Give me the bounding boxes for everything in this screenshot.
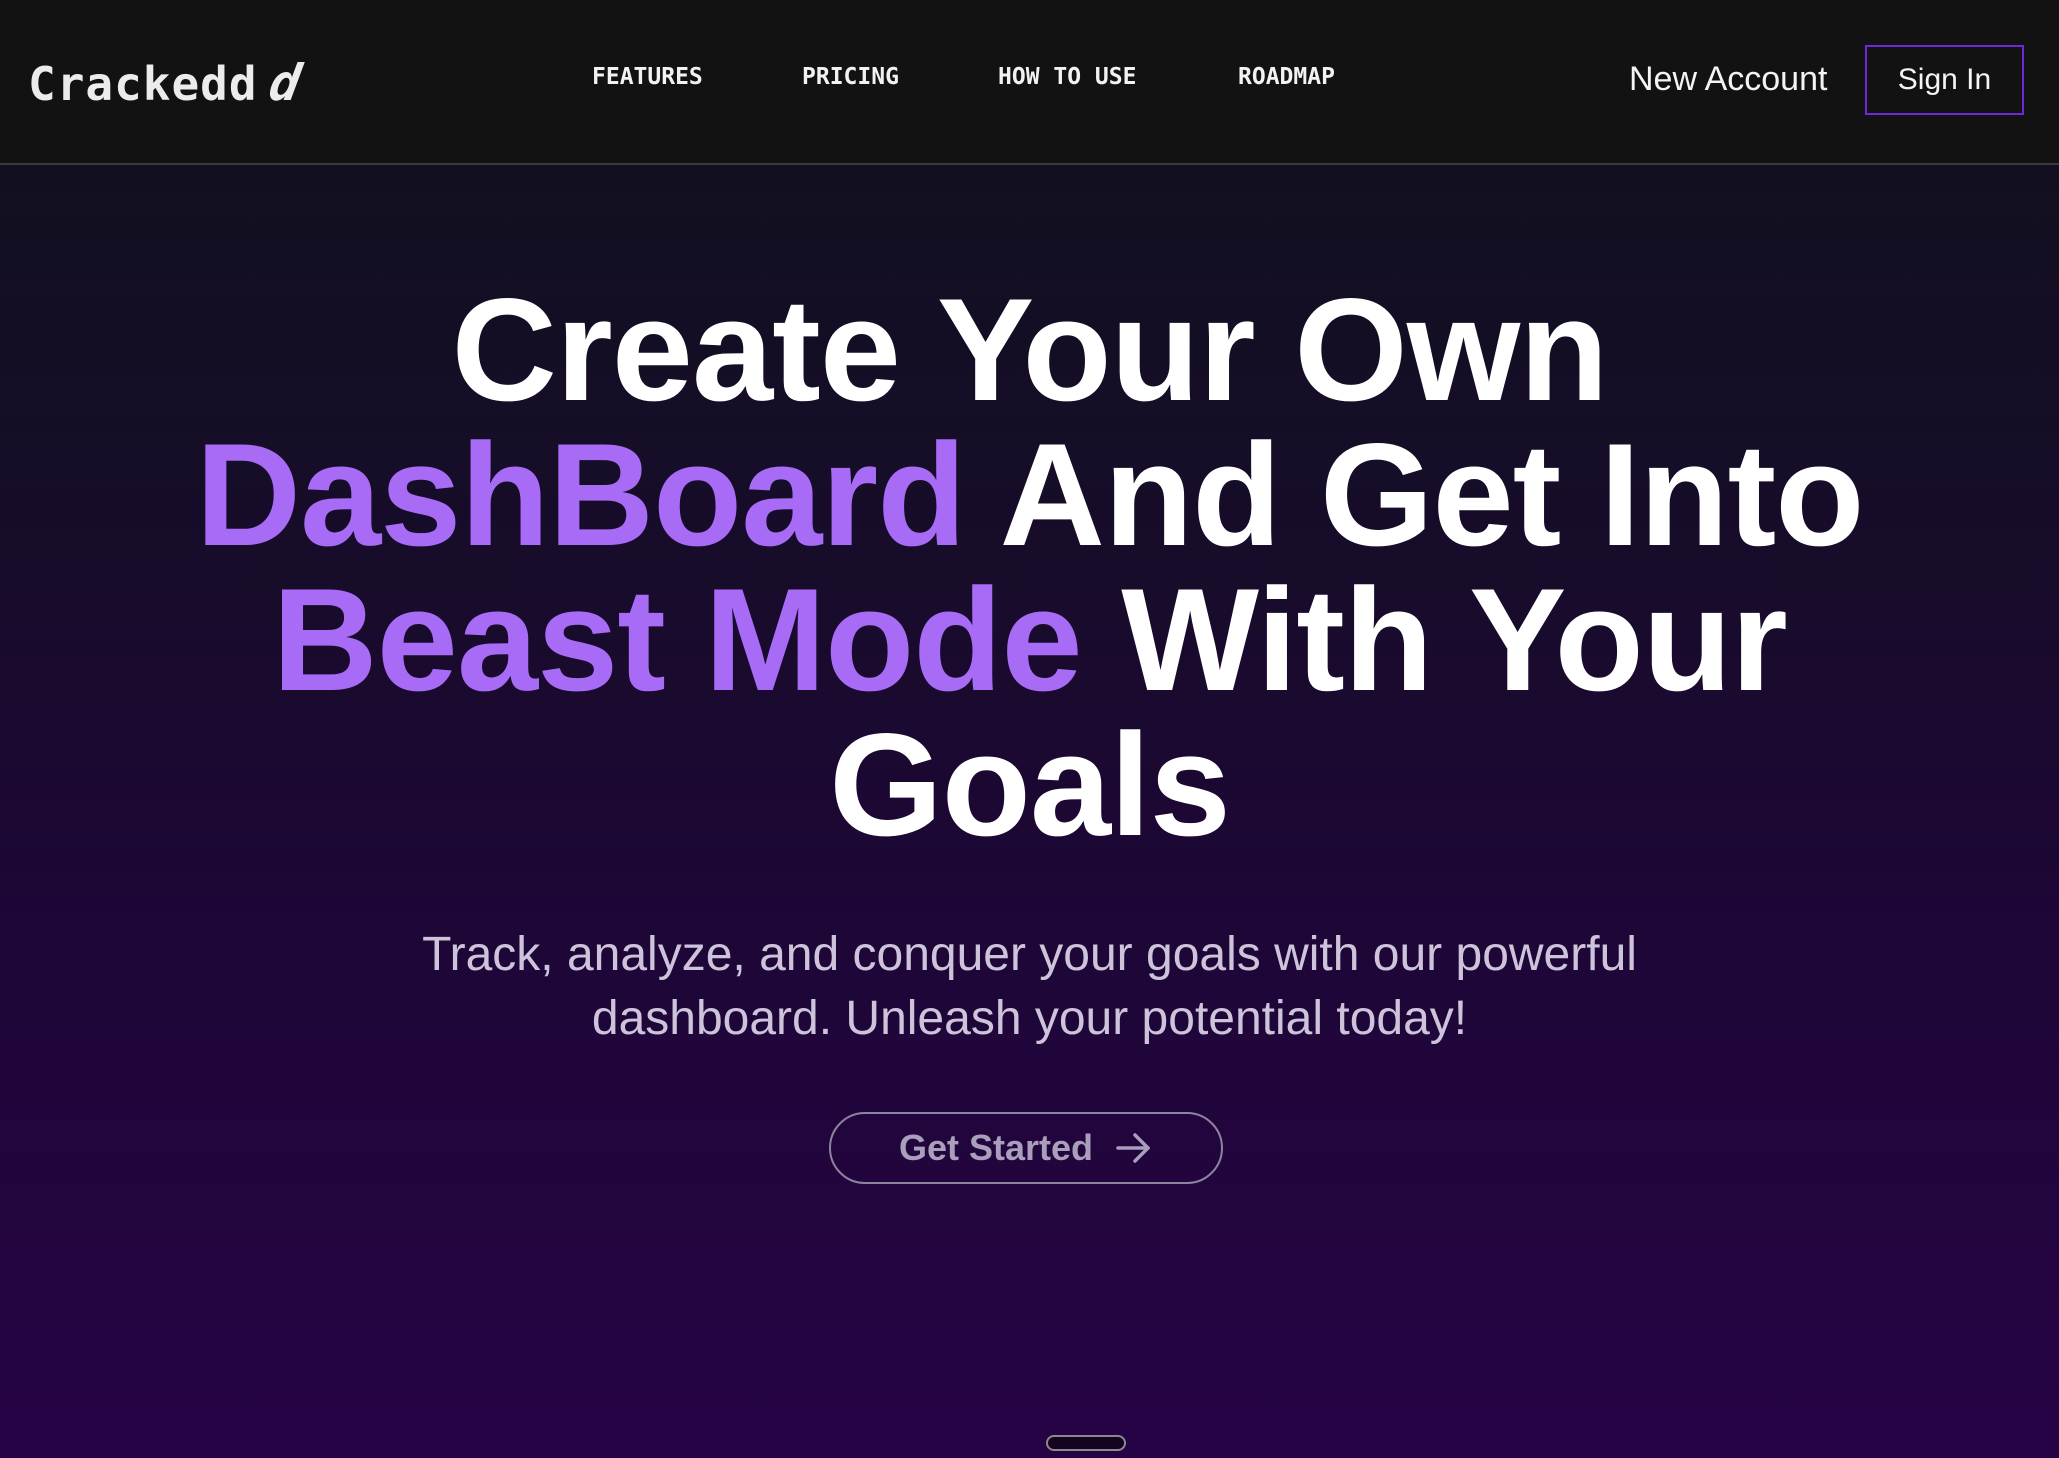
headline-line-3-rest: With Your [1081,558,1788,721]
hero-headline: Create Your Own DashBoard And Get Into B… [0,268,2059,866]
brand-mark-icon: d [264,54,306,112]
new-account-link[interactable]: New Account [1629,60,1827,99]
nav-link-how-to-use[interactable]: HOW TO USE [998,64,1136,90]
get-started-button[interactable]: Get Started [829,1112,1223,1184]
nav-link-roadmap[interactable]: ROADMAP [1238,64,1335,90]
headline-line-2-rest: And Get Into [965,413,1865,576]
brand-name: Crackedd [28,57,258,111]
subtitle-line-2: dashboard. Unleash your potential today! [591,992,1468,1045]
headline-line-1: Create Your Own [451,268,1609,431]
headline-line-2: DashBoard And Get Into [0,422,2059,568]
headline-accent-beast-mode: Beast Mode [272,558,1082,721]
hero-subtitle: Track, analyze, and conquer your goals w… [0,923,2059,1051]
top-navbar: Crackedd d FEATURES PRICING HOW TO USE R… [0,0,2059,165]
arrow-right-icon [1116,1133,1150,1163]
brand-logo[interactable]: Crackedd d [28,54,306,112]
hero-section: Create Your Own DashBoard And Get Into B… [0,165,2059,1458]
sign-in-label: Sign In [1897,63,1992,96]
sign-in-button[interactable]: Sign In [1865,45,2024,115]
nav-link-pricing[interactable]: PRICING [802,64,899,90]
get-started-label: Get Started [898,1127,1094,1168]
headline-line-4: Goals [829,703,1231,866]
scroll-indicator[interactable] [1046,1435,1126,1451]
subtitle-line-1: Track, analyze, and conquer your goals w… [422,928,1637,981]
nav-link-features[interactable]: FEATURES [592,64,703,90]
headline-accent-dashboard: DashBoard [195,413,967,576]
headline-line-3: Beast Mode With Your [0,567,2059,713]
